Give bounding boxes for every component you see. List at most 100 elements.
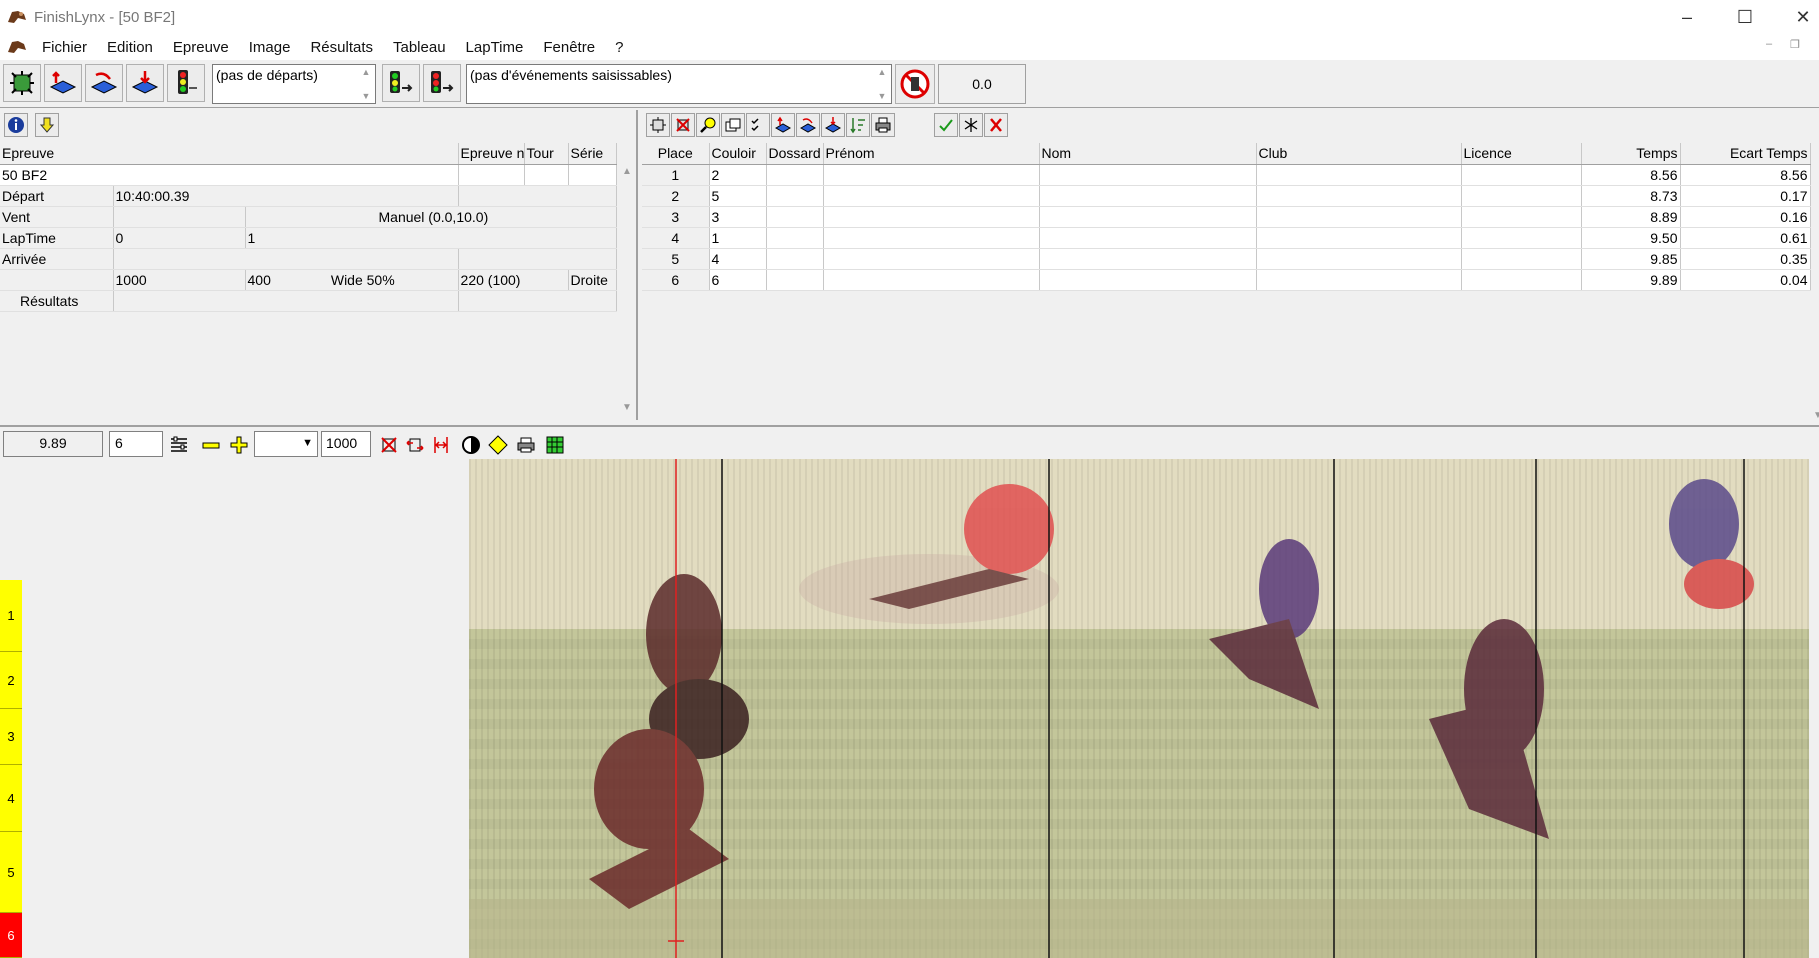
document-icon[interactable] bbox=[6, 38, 28, 56]
delete-result-icon[interactable] bbox=[984, 113, 1008, 137]
arrivee-extra[interactable] bbox=[458, 248, 617, 270]
density-field[interactable]: 1000 bbox=[321, 431, 371, 457]
result-gap[interactable]: 0.17 bbox=[1680, 185, 1811, 207]
result-club[interactable] bbox=[1256, 227, 1462, 249]
minimize-icon[interactable]: – bbox=[1658, 0, 1716, 34]
spin-up-icon[interactable]: ▲ bbox=[359, 67, 373, 77]
result-club[interactable] bbox=[1256, 206, 1462, 228]
result-licence[interactable] bbox=[1461, 185, 1582, 207]
result-time[interactable]: 8.89 bbox=[1581, 206, 1681, 228]
result-club[interactable] bbox=[1256, 269, 1462, 291]
result-bib[interactable] bbox=[766, 185, 824, 207]
photo-scrollbar[interactable] bbox=[1809, 459, 1819, 958]
result-licence[interactable] bbox=[1461, 227, 1582, 249]
chevron-down-icon[interactable]: ▼ bbox=[302, 437, 313, 449]
menu-laptime[interactable]: LapTime bbox=[456, 39, 534, 56]
result-gap[interactable]: 8.56 bbox=[1680, 164, 1811, 186]
result-club[interactable] bbox=[1256, 185, 1462, 207]
result-time[interactable]: 9.89 bbox=[1581, 269, 1681, 291]
start-signal-icon[interactable] bbox=[382, 64, 420, 102]
zoom-out-icon[interactable] bbox=[199, 433, 223, 457]
result-last-name[interactable] bbox=[1039, 248, 1257, 270]
menu-fenetre[interactable]: Fenêtre bbox=[533, 39, 605, 56]
col-header-ecart-temps[interactable]: Ecart Temps bbox=[1680, 143, 1811, 165]
contrast-icon[interactable] bbox=[459, 433, 483, 457]
menu-tableau[interactable]: Tableau bbox=[383, 39, 456, 56]
table-row[interactable]: 5 4 9.85 0.35 bbox=[642, 248, 1811, 270]
result-gap[interactable]: 0.16 bbox=[1680, 206, 1811, 228]
table-row[interactable]: 6 6 9.89 0.04 bbox=[642, 269, 1811, 291]
spin-down-icon[interactable]: ▼ bbox=[359, 91, 373, 101]
menu-image[interactable]: Image bbox=[239, 39, 301, 56]
result-lane[interactable]: 1 bbox=[709, 227, 767, 249]
traffic-light-icon[interactable] bbox=[167, 64, 205, 102]
split-image-icon[interactable] bbox=[429, 433, 453, 457]
brightness-icon[interactable] bbox=[486, 433, 510, 457]
save-event-icon[interactable] bbox=[85, 64, 123, 102]
mdi-restore-icon[interactable]: ❐ bbox=[1790, 38, 1800, 51]
result-first-name[interactable] bbox=[823, 164, 1040, 186]
grid-table-icon[interactable] bbox=[543, 433, 567, 457]
result-time[interactable]: 8.73 bbox=[1581, 185, 1681, 207]
setting-direction[interactable]: Droite bbox=[568, 269, 617, 291]
list-settings-icon[interactable] bbox=[167, 433, 191, 457]
lane-marker-active[interactable]: 6 bbox=[0, 913, 22, 958]
mdi-minimize-icon[interactable]: – bbox=[1766, 38, 1772, 50]
result-place[interactable]: 3 bbox=[642, 206, 710, 228]
cursor-time-field[interactable]: 9.89 bbox=[3, 431, 103, 457]
print-image-icon[interactable] bbox=[514, 433, 538, 457]
result-club[interactable] bbox=[1256, 164, 1462, 186]
lane-marker[interactable]: 2 bbox=[0, 652, 22, 709]
col-header-club[interactable]: Club bbox=[1256, 143, 1462, 165]
col-header-licence[interactable]: Licence bbox=[1461, 143, 1582, 165]
scroll-down-icon[interactable]: ▼ bbox=[1810, 410, 1819, 421]
import-results-icon[interactable] bbox=[771, 113, 795, 137]
result-bib[interactable] bbox=[766, 227, 824, 249]
result-place[interactable]: 5 bbox=[642, 248, 710, 270]
scroll-down-icon[interactable]: ▼ bbox=[619, 402, 635, 413]
accept-icon[interactable] bbox=[934, 113, 958, 137]
spin-up-icon[interactable]: ▲ bbox=[875, 67, 889, 77]
delete-capture-icon[interactable] bbox=[671, 113, 695, 137]
lane-marker[interactable]: 5 bbox=[0, 832, 22, 913]
depart-time-value[interactable]: 10:40:00.39 bbox=[113, 185, 459, 207]
open-event-icon[interactable] bbox=[44, 64, 82, 102]
result-time[interactable]: 8.56 bbox=[1581, 164, 1681, 186]
split-icon[interactable] bbox=[959, 113, 983, 137]
result-place[interactable]: 2 bbox=[642, 185, 710, 207]
capture-small-icon[interactable] bbox=[646, 113, 670, 137]
menu-help[interactable]: ? bbox=[605, 39, 633, 56]
table-row[interactable]: 4 1 9.50 0.61 bbox=[642, 227, 1811, 249]
arrivee-value[interactable] bbox=[113, 248, 459, 270]
check-list-icon[interactable] bbox=[746, 113, 770, 137]
result-last-name[interactable] bbox=[1039, 269, 1257, 291]
result-bib[interactable] bbox=[766, 269, 824, 291]
zoom-icon[interactable] bbox=[696, 113, 720, 137]
capture-icon[interactable] bbox=[3, 64, 41, 102]
col-header-dossard[interactable]: Dossard bbox=[766, 143, 824, 165]
info-icon[interactable] bbox=[4, 113, 28, 137]
delete-image-icon[interactable] bbox=[377, 433, 401, 457]
result-first-name[interactable] bbox=[823, 269, 1040, 291]
laptime-count-value[interactable]: 1 bbox=[245, 227, 617, 249]
menu-edition[interactable]: Edition bbox=[97, 39, 163, 56]
spin-down-icon[interactable]: ▼ bbox=[875, 91, 889, 101]
result-licence[interactable] bbox=[1461, 248, 1582, 270]
result-lane[interactable]: 5 bbox=[709, 185, 767, 207]
laptime-start-value[interactable]: 0 bbox=[113, 227, 246, 249]
zoom-select[interactable]: ▼ bbox=[254, 431, 318, 457]
zoom-in-icon[interactable] bbox=[227, 433, 251, 457]
scroll-up-icon[interactable]: ▲ bbox=[619, 166, 635, 177]
result-lane[interactable]: 6 bbox=[709, 269, 767, 291]
result-bib[interactable] bbox=[766, 164, 824, 186]
maximize-icon[interactable]: ☐ bbox=[1716, 0, 1774, 34]
result-gap[interactable]: 0.61 bbox=[1680, 227, 1811, 249]
results-value[interactable] bbox=[113, 290, 459, 312]
menu-fichier[interactable]: Fichier bbox=[32, 39, 97, 56]
result-place[interactable]: 6 bbox=[642, 269, 710, 291]
result-gap[interactable]: 0.35 bbox=[1680, 248, 1811, 270]
result-first-name[interactable] bbox=[823, 185, 1040, 207]
stop-signal-icon[interactable] bbox=[423, 64, 461, 102]
place-field[interactable]: 6 bbox=[109, 431, 163, 457]
result-gap[interactable]: 0.04 bbox=[1680, 269, 1811, 291]
